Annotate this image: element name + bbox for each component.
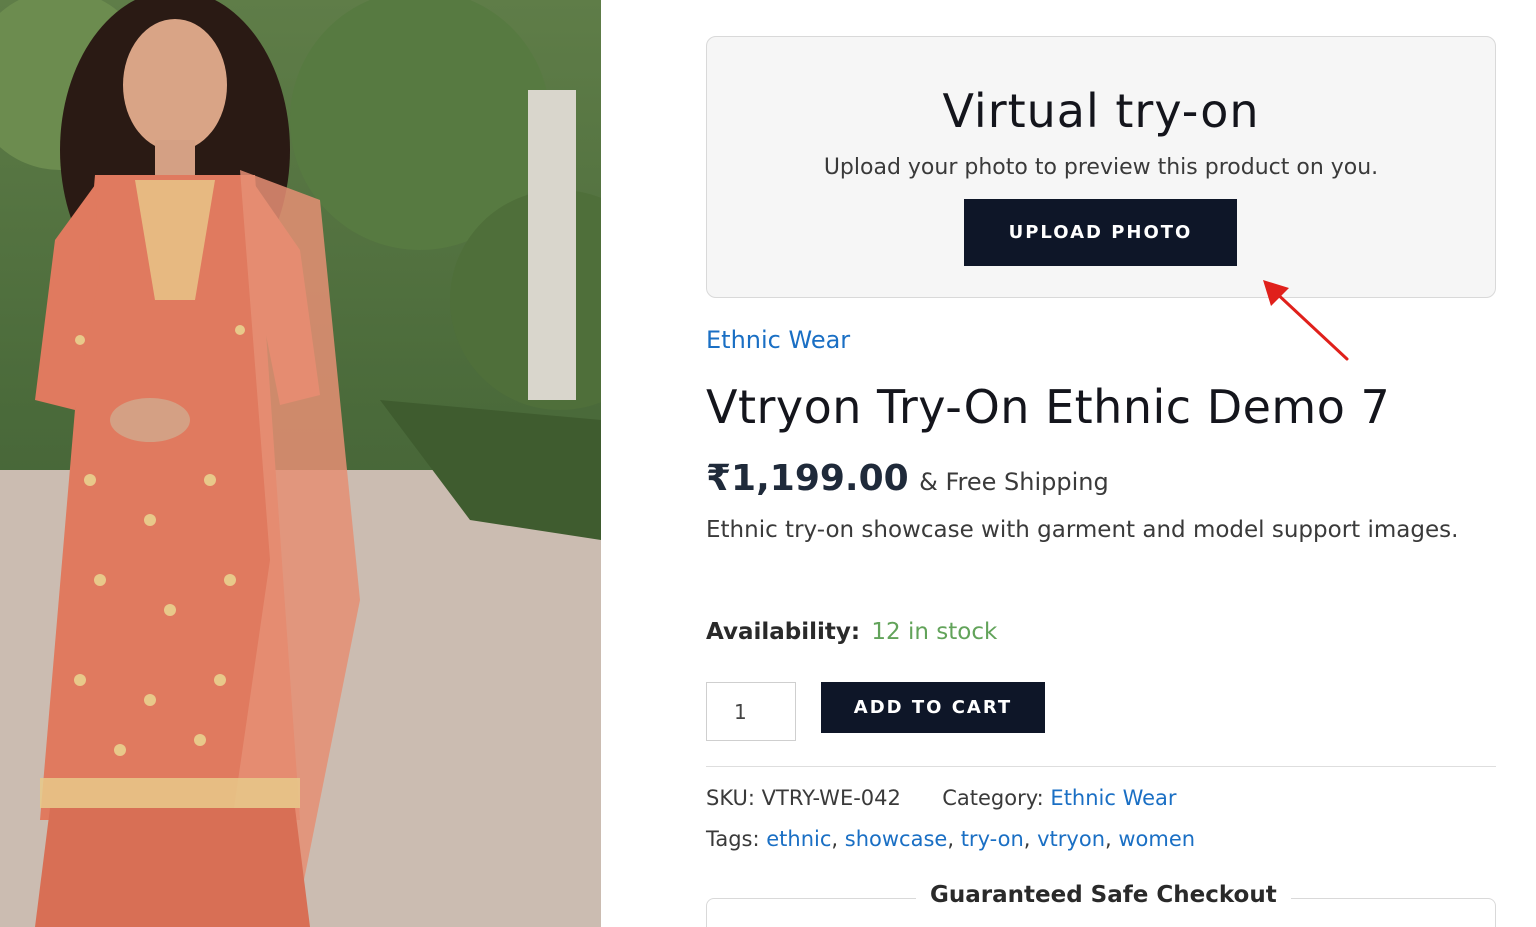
annotation-arrow-icon: [1263, 280, 1349, 361]
product-price: ₹1,199.00: [706, 458, 909, 499]
tag-link-women[interactable]: women: [1118, 827, 1195, 851]
tags-label: Tags:: [706, 827, 760, 851]
availability-label: Availability:: [706, 619, 861, 645]
price-row: ₹1,199.00 & Free Shipping: [706, 458, 1109, 499]
product-meta-sku-category: SKU: VTRY-WE-042 Category: Ethnic Wear: [706, 786, 1177, 811]
product-tags: Tags: ethnic, showcase, try-on, vtryon, …: [706, 827, 1196, 851]
upload-photo-button[interactable]: UPLOAD PHOTO: [964, 199, 1237, 266]
model-photo-illustration: [0, 0, 601, 927]
stock-status: 12 in stock: [871, 619, 998, 645]
product-title: Vtryon Try-On Ethnic Demo 7: [706, 380, 1391, 434]
quantity-input[interactable]: [706, 682, 796, 741]
safe-checkout-label: Guaranteed Safe Checkout: [916, 882, 1291, 910]
tag-link-try-on[interactable]: try-on: [961, 827, 1024, 851]
divider: [706, 766, 1496, 767]
sku-label: SKU:: [706, 786, 755, 810]
tryon-title: Virtual try-on: [942, 84, 1260, 138]
tag-link-vtryon[interactable]: vtryon: [1037, 827, 1105, 851]
product-image[interactable]: [0, 0, 601, 927]
shipping-note: & Free Shipping: [919, 468, 1109, 496]
tag-link-showcase[interactable]: showcase: [845, 827, 948, 851]
tag-link-ethnic[interactable]: ethnic: [766, 827, 831, 851]
category-link[interactable]: Ethnic Wear: [1050, 786, 1176, 810]
virtual-tryon-panel: Virtual try-on Upload your photo to prev…: [706, 36, 1496, 298]
breadcrumb-category-link[interactable]: Ethnic Wear: [706, 326, 850, 355]
category-label: Category:: [942, 786, 1044, 810]
add-to-cart-button[interactable]: ADD TO CART: [821, 682, 1045, 733]
product-short-description: Ethnic try-on showcase with garment and …: [706, 517, 1459, 543]
tryon-subtitle: Upload your photo to preview this produc…: [823, 155, 1379, 180]
availability: Availability: 12 in stock: [706, 619, 997, 647]
sku-value: VTRY-WE-042: [761, 786, 901, 810]
